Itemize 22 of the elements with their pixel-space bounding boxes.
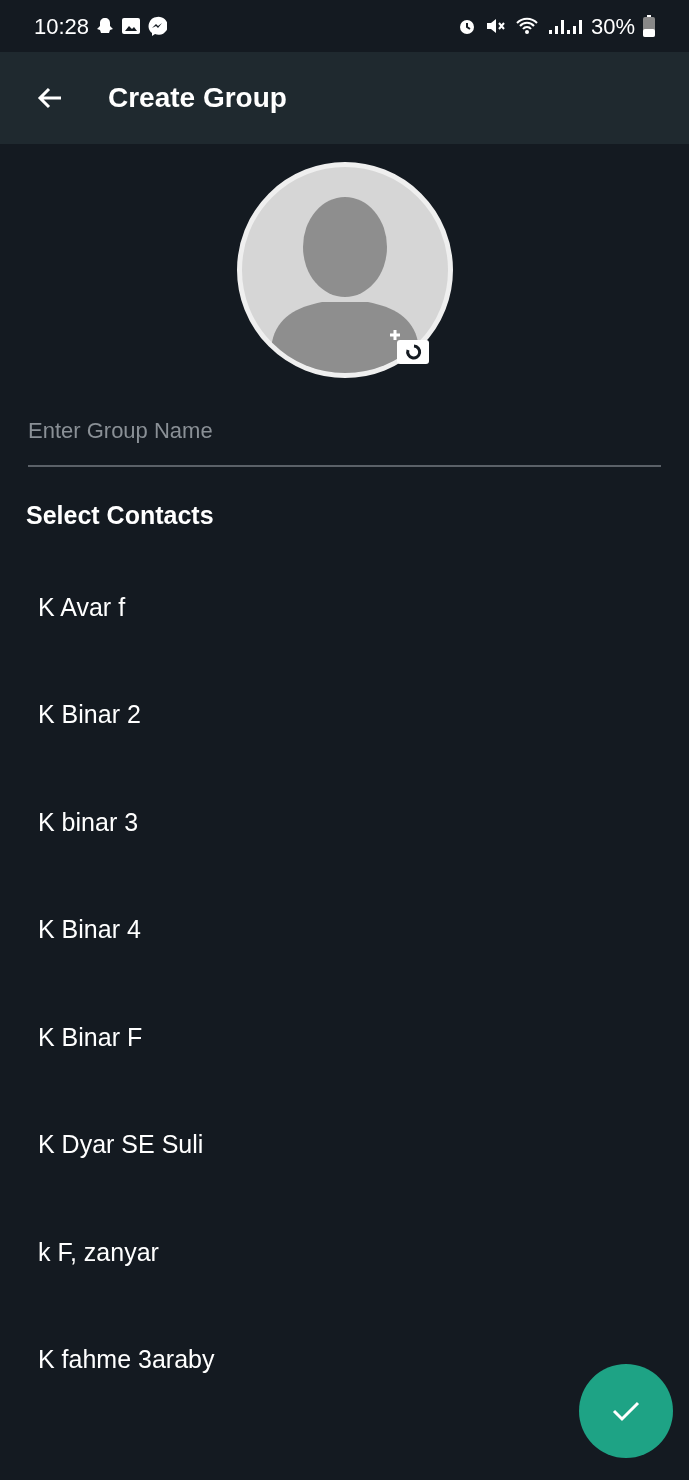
contact-name[interactable]: K Avar f: [38, 588, 126, 626]
status-time: 10:28: [34, 12, 90, 41]
back-arrow-icon: [37, 87, 63, 109]
contact-name[interactable]: K Binar 4: [38, 911, 141, 949]
check-icon: [611, 1399, 641, 1423]
add-photo-icon[interactable]: [388, 328, 431, 366]
chat-bubble-icon: [147, 16, 168, 36]
section-title: Select Contacts: [25, 500, 215, 531]
contact-name[interactable]: K Binar F: [38, 1018, 143, 1056]
battery-percent: 30%: [590, 12, 635, 41]
contact-name[interactable]: K Binar 2: [38, 696, 141, 734]
image-icon: [121, 16, 142, 36]
contact-name[interactable]: K fahme 3araby: [38, 1341, 215, 1379]
wifi-icon: [514, 16, 539, 36]
contact-name[interactable]: k F, zanyar: [38, 1233, 159, 1271]
ghost-icon: [95, 16, 116, 36]
screen-title: Create Group: [108, 81, 287, 115]
mute-icon: [484, 16, 507, 36]
battery-icon: [643, 15, 655, 37]
contact-name[interactable]: K binar 3: [38, 803, 139, 841]
group-name-field[interactable]: Enter Group Name: [28, 414, 661, 467]
contact-name[interactable]: K Dyar SE Suli: [38, 1126, 204, 1164]
